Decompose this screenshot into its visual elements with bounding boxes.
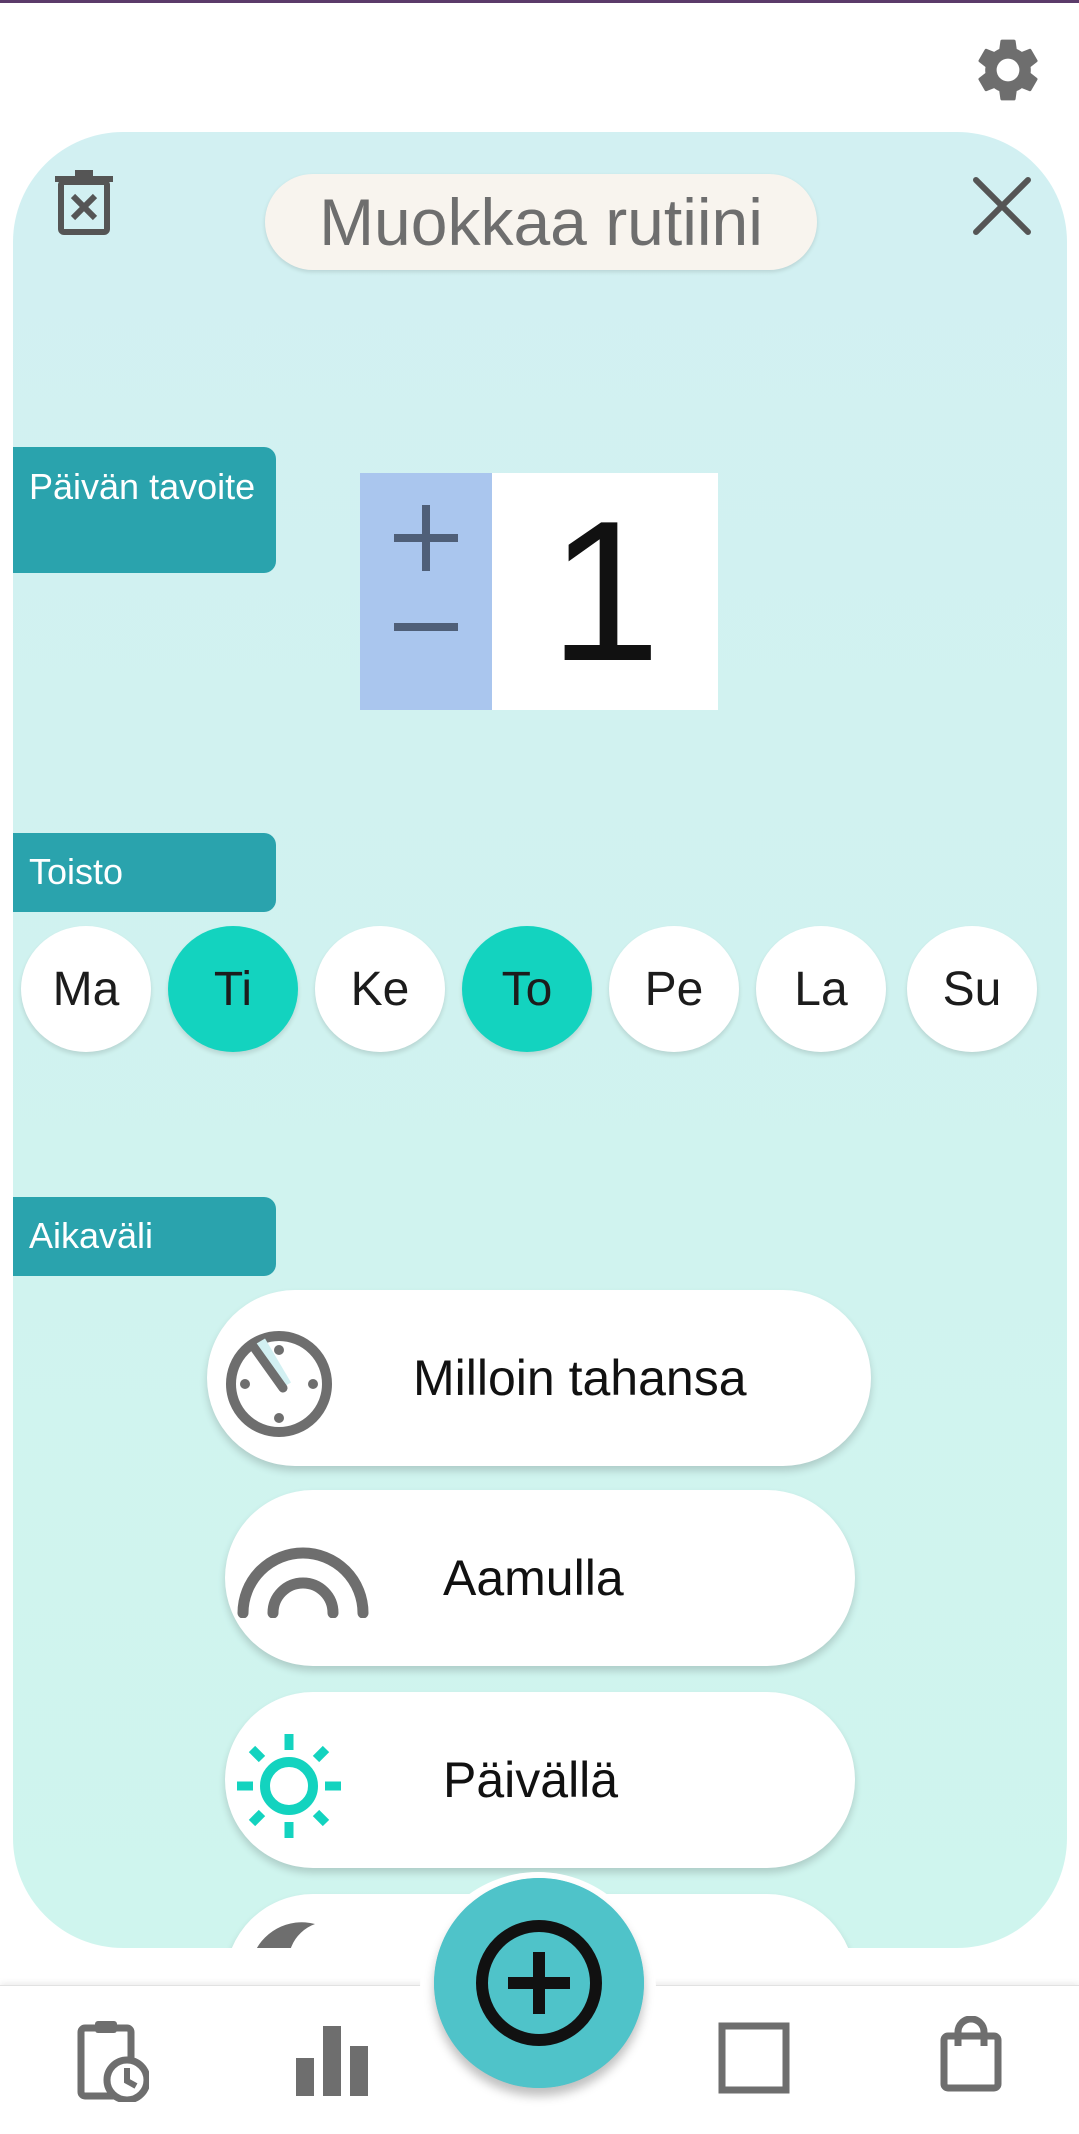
minus-icon[interactable] — [360, 591, 492, 710]
day-sat[interactable]: La — [756, 926, 886, 1052]
add-circle-icon[interactable] — [434, 1878, 644, 2088]
plus-icon[interactable] — [360, 473, 492, 591]
day-fri[interactable]: Pe — [609, 926, 739, 1052]
weekday-selector: Ma Ti Ke To Pe La Su — [21, 926, 1061, 1052]
stepper-buttons — [360, 473, 492, 710]
quantity-stepper[interactable]: 1 — [360, 473, 718, 710]
day-tue[interactable]: Ti — [168, 926, 298, 1052]
repeat-label: Toisto — [13, 833, 276, 912]
close-icon[interactable] — [968, 172, 1036, 240]
trash-icon[interactable] — [51, 168, 117, 236]
daily-goal-label: Päivän tavoite — [13, 447, 276, 573]
moon-icon — [256, 1922, 315, 1948]
daily-goal-value: 1 — [492, 473, 718, 710]
day-sun[interactable]: Su — [907, 926, 1037, 1052]
sunrise-arc-icon — [237, 1547, 369, 1618]
day-wed[interactable]: Ke — [315, 926, 445, 1052]
option-daytime[interactable]: Päivällä — [225, 1692, 855, 1868]
option-anytime[interactable]: Milloin tahansa — [207, 1290, 871, 1466]
clipboard-clock-icon[interactable] — [75, 2018, 149, 2102]
clock-dial-icon — [226, 1331, 332, 1437]
square-icon[interactable] — [718, 2022, 790, 2094]
shopping-bag-icon[interactable] — [940, 2016, 1002, 2092]
bar-chart-icon[interactable] — [292, 2018, 372, 2098]
time-range-label: Aikaväli — [13, 1197, 276, 1276]
option-label: Aamulla — [443, 1550, 624, 1606]
status-bar-edge — [0, 0, 1079, 3]
option-morning[interactable]: Aamulla — [225, 1490, 855, 1666]
option-label: Milloin tahansa — [413, 1350, 747, 1406]
page-title: Muokkaa rutiini — [265, 174, 817, 270]
day-thu[interactable]: To — [462, 926, 592, 1052]
day-mon[interactable]: Ma — [21, 926, 151, 1052]
sun-icon — [237, 1734, 341, 1838]
option-label: Päivällä — [443, 1752, 619, 1808]
gear-icon[interactable] — [970, 32, 1046, 108]
edit-routine-card: Muokkaa rutiini Päivän tavoite 1 Toisto … — [13, 132, 1067, 1948]
